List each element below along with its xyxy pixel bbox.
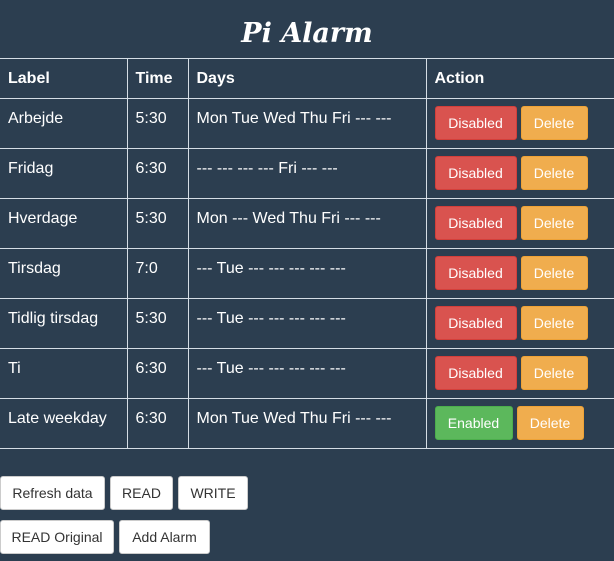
- alarm-label: Tirsdag: [0, 248, 128, 299]
- toggle-enabled-button[interactable]: Disabled: [434, 106, 517, 140]
- alarm-label: Arbejde: [0, 98, 128, 149]
- column-header-time: Time: [126, 58, 189, 99]
- alarm-row: Tirsdag 7:0 --- Tue --- --- --- --- --- …: [0, 248, 614, 299]
- alarm-time: 7:0: [126, 248, 189, 299]
- alarm-time: 5:30: [126, 298, 189, 349]
- write-button[interactable]: WRITE: [178, 476, 248, 510]
- alarm-row: Ti 6:30 --- Tue --- --- --- --- --- Disa…: [0, 348, 614, 399]
- alarm-time: 5:30: [126, 98, 189, 149]
- alarm-row: Late weekday 6:30 Mon Tue Wed Thu Fri --…: [0, 398, 614, 449]
- table-header-row: Label Time Days Action: [0, 58, 614, 99]
- add-alarm-button[interactable]: Add Alarm: [119, 520, 210, 554]
- delete-alarm-button[interactable]: Delete: [520, 206, 588, 240]
- toggle-enabled-button[interactable]: Disabled: [434, 206, 517, 240]
- read-original-button[interactable]: READ Original: [0, 520, 114, 554]
- alarm-days: --- --- --- --- Fri --- ---: [187, 148, 427, 199]
- alarm-row: Fridag 6:30 --- --- --- --- Fri --- --- …: [0, 148, 614, 199]
- alarm-row: Arbejde 5:30 Mon Tue Wed Thu Fri --- ---…: [0, 98, 614, 149]
- refresh-data-button[interactable]: Refresh data: [0, 476, 105, 510]
- alarm-label: Hverdage: [0, 198, 128, 249]
- alarm-label: Late weekday: [0, 398, 128, 449]
- alarm-row: Tidlig tirsdag 5:30 --- Tue --- --- --- …: [0, 298, 614, 349]
- alarm-days: Mon Tue Wed Thu Fri --- ---: [187, 98, 427, 149]
- toggle-enabled-button[interactable]: Disabled: [434, 156, 517, 190]
- column-header-action: Action: [425, 58, 614, 99]
- alarm-label: Fridag: [0, 148, 128, 199]
- toggle-enabled-button[interactable]: Disabled: [434, 306, 517, 340]
- alarm-days: Mon Tue Wed Thu Fri --- ---: [187, 398, 427, 449]
- alarm-actions: Disabled Delete: [425, 198, 614, 249]
- alarm-actions: Disabled Delete: [425, 98, 614, 149]
- delete-alarm-button[interactable]: Delete: [516, 406, 584, 440]
- alarm-table: Label Time Days Action Arbejde 5:30 Mon …: [0, 58, 614, 449]
- app-title: Pi Alarm: [241, 18, 373, 49]
- alarm-actions: Disabled Delete: [425, 248, 614, 299]
- delete-alarm-button[interactable]: Delete: [520, 306, 588, 340]
- alarm-row: Hverdage 5:30 Mon --- Wed Thu Fri --- --…: [0, 198, 614, 249]
- alarm-actions: Enabled Delete: [425, 398, 614, 449]
- column-header-days: Days: [187, 58, 427, 99]
- toggle-enabled-button[interactable]: Disabled: [434, 356, 517, 390]
- delete-alarm-button[interactable]: Delete: [520, 106, 588, 140]
- delete-alarm-button[interactable]: Delete: [520, 256, 588, 290]
- alarm-days: --- Tue --- --- --- --- ---: [187, 348, 427, 399]
- alarm-actions: Disabled Delete: [425, 148, 614, 199]
- alarm-label: Tidlig tirsdag: [0, 298, 128, 349]
- delete-alarm-button[interactable]: Delete: [520, 356, 588, 390]
- toggle-enabled-button[interactable]: Enabled: [434, 406, 513, 440]
- alarm-days: Mon --- Wed Thu Fri --- ---: [187, 198, 427, 249]
- alarm-time: 5:30: [126, 198, 189, 249]
- alarm-time: 6:30: [126, 348, 189, 399]
- alarm-days: --- Tue --- --- --- --- ---: [187, 248, 427, 299]
- toggle-enabled-button[interactable]: Disabled: [434, 256, 517, 290]
- alarm-actions: Disabled Delete: [425, 348, 614, 399]
- alarm-time: 6:30: [126, 148, 189, 199]
- alarm-label: Ti: [0, 348, 128, 399]
- alarm-time: 6:30: [126, 398, 189, 449]
- column-header-label: Label: [0, 58, 128, 99]
- alarm-days: --- Tue --- --- --- --- ---: [187, 298, 427, 349]
- alarm-actions: Disabled Delete: [425, 298, 614, 349]
- read-button[interactable]: READ: [110, 476, 173, 510]
- delete-alarm-button[interactable]: Delete: [520, 156, 588, 190]
